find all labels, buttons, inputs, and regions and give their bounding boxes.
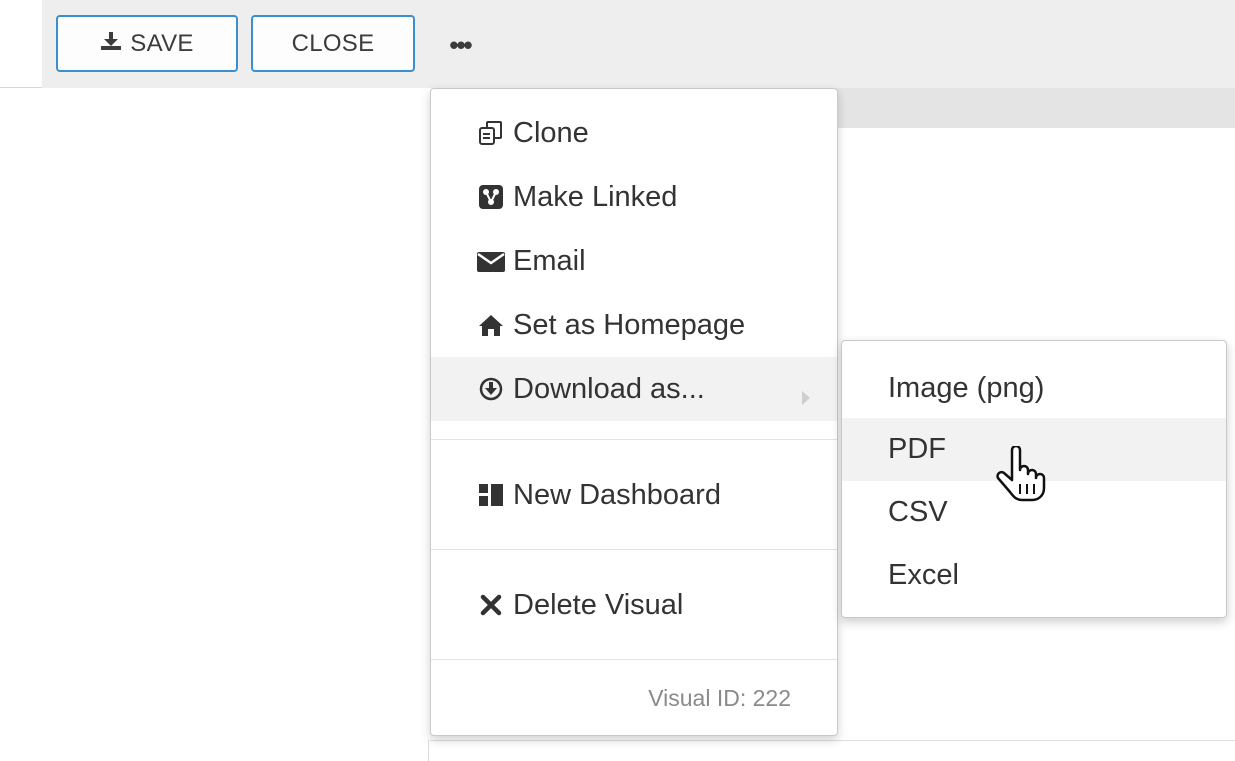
submenu-item-excel[interactable]: Excel: [842, 544, 1226, 607]
menu-item-delete-visual[interactable]: Delete Visual: [431, 573, 837, 637]
envelope-icon: [477, 247, 505, 275]
menu-divider: [431, 659, 837, 660]
menu-item-make-linked[interactable]: Make Linked: [431, 165, 837, 229]
dashboard-icon: [477, 481, 505, 509]
visual-header-strip: [836, 88, 1235, 128]
more-options-button[interactable]: •••: [440, 30, 480, 60]
menu-item-set-homepage[interactable]: Set as Homepage: [431, 293, 837, 357]
menu-item-clone[interactable]: Clone: [431, 101, 837, 165]
close-button-label: CLOSE: [291, 29, 375, 57]
submenu-item-label: Image (png): [888, 372, 1045, 404]
menu-item-label: Set as Homepage: [513, 308, 746, 341]
clone-icon: [477, 119, 505, 147]
save-button[interactable]: SAVE: [56, 15, 238, 72]
close-button[interactable]: CLOSE: [251, 15, 415, 72]
chevron-right-icon: [801, 381, 811, 414]
menu-item-label: Make Linked: [513, 180, 678, 213]
close-x-icon: [477, 591, 505, 619]
background-line: [428, 740, 429, 761]
submenu-item-label: CSV: [888, 496, 948, 528]
menu-item-label: Download as...: [513, 372, 705, 405]
menu-divider: [431, 549, 837, 550]
link-icon: [477, 183, 505, 211]
menu-item-new-dashboard[interactable]: New Dashboard: [431, 463, 837, 527]
download-icon: [100, 30, 122, 58]
ellipsis-icon: •••: [449, 29, 472, 60]
menu-item-label: New Dashboard: [513, 478, 721, 511]
menu-item-label: Clone: [513, 116, 589, 149]
menu-item-label: Email: [513, 244, 586, 277]
menu-divider: [431, 439, 837, 440]
menu-item-email[interactable]: Email: [431, 229, 837, 293]
hand-pointer-cursor-icon: [994, 444, 1046, 502]
visual-actions-menu: Clone Make Linked Email Set as Homepage …: [430, 88, 838, 736]
menu-item-label: Delete Visual: [513, 588, 684, 621]
toolbar-divider: [0, 87, 42, 88]
menu-item-download-as[interactable]: Download as...: [431, 357, 837, 421]
submenu-item-image-png[interactable]: Image (png): [842, 357, 1226, 420]
submenu-item-label: PDF: [888, 433, 946, 465]
save-button-label: SAVE: [130, 29, 194, 57]
home-icon: [477, 311, 505, 339]
background-line: [430, 740, 1235, 741]
visual-id-label: Visual ID: 222: [648, 685, 791, 711]
download-circle-icon: [477, 375, 505, 403]
submenu-item-label: Excel: [888, 559, 959, 591]
